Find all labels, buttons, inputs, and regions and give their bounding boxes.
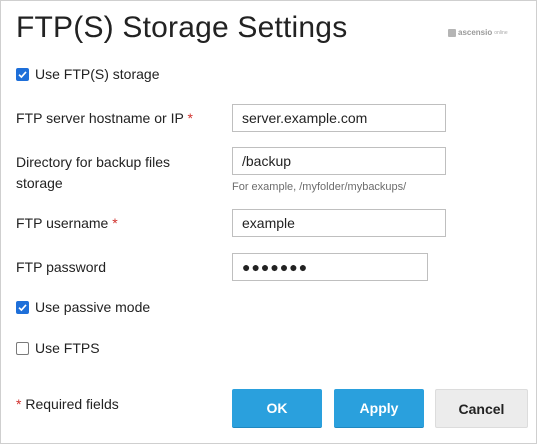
brand-logo: ascensio online: [448, 28, 508, 37]
password-label: FTP password: [16, 259, 106, 275]
use-ftp-checkbox[interactable]: [16, 67, 29, 81]
username-label: FTP username *: [16, 213, 118, 234]
checkmark-icon: [18, 70, 27, 78]
username-input[interactable]: [232, 209, 446, 237]
directory-label: Directory for backup files storage: [16, 152, 170, 194]
passive-mode-checkbox[interactable]: [16, 300, 29, 314]
directory-label-line2: storage: [16, 175, 63, 191]
brand-name: ascensio: [458, 28, 493, 37]
use-ftps-label: Use FTPS: [35, 340, 100, 356]
hostname-label: FTP server hostname or IP *: [16, 108, 193, 129]
required-fields-text: Required fields: [25, 396, 119, 412]
required-asterisk: *: [16, 396, 22, 412]
cancel-button[interactable]: Cancel: [435, 389, 528, 428]
passive-mode-label: Use passive mode: [35, 299, 151, 315]
hostname-input[interactable]: [232, 104, 446, 132]
checkmark-icon: [18, 303, 27, 311]
use-ftp-label: Use FTP(S) storage: [35, 66, 160, 82]
use-ftps-checkbox-row[interactable]: Use FTPS: [16, 340, 100, 356]
directory-input[interactable]: [232, 147, 446, 175]
apply-button[interactable]: Apply: [334, 389, 424, 428]
brand-logo-icon: [448, 28, 456, 37]
directory-label-line1: Directory for backup files: [16, 154, 171, 170]
required-asterisk: *: [112, 215, 118, 231]
password-input[interactable]: ●●●●●●●: [232, 253, 428, 281]
brand-suffix: online: [494, 29, 508, 36]
hostname-label-text: FTP server hostname or IP: [16, 110, 184, 126]
ok-button[interactable]: OK: [232, 389, 322, 428]
use-ftps-checkbox[interactable]: [16, 341, 29, 355]
passive-mode-checkbox-row[interactable]: Use passive mode: [16, 299, 150, 315]
required-fields-note: * Required fields: [16, 396, 119, 412]
use-ftp-checkbox-row[interactable]: Use FTP(S) storage: [16, 66, 159, 82]
password-masked-value: ●●●●●●●: [242, 259, 309, 275]
directory-hint: For example, /myfolder/mybackups/: [232, 181, 407, 193]
username-label-text: FTP username: [16, 215, 109, 231]
dialog-title: FTP(S) Storage Settings: [16, 11, 348, 44]
required-asterisk: *: [187, 110, 193, 126]
ftp-settings-dialog: FTP(S) Storage Settings ascensio online …: [0, 0, 537, 444]
